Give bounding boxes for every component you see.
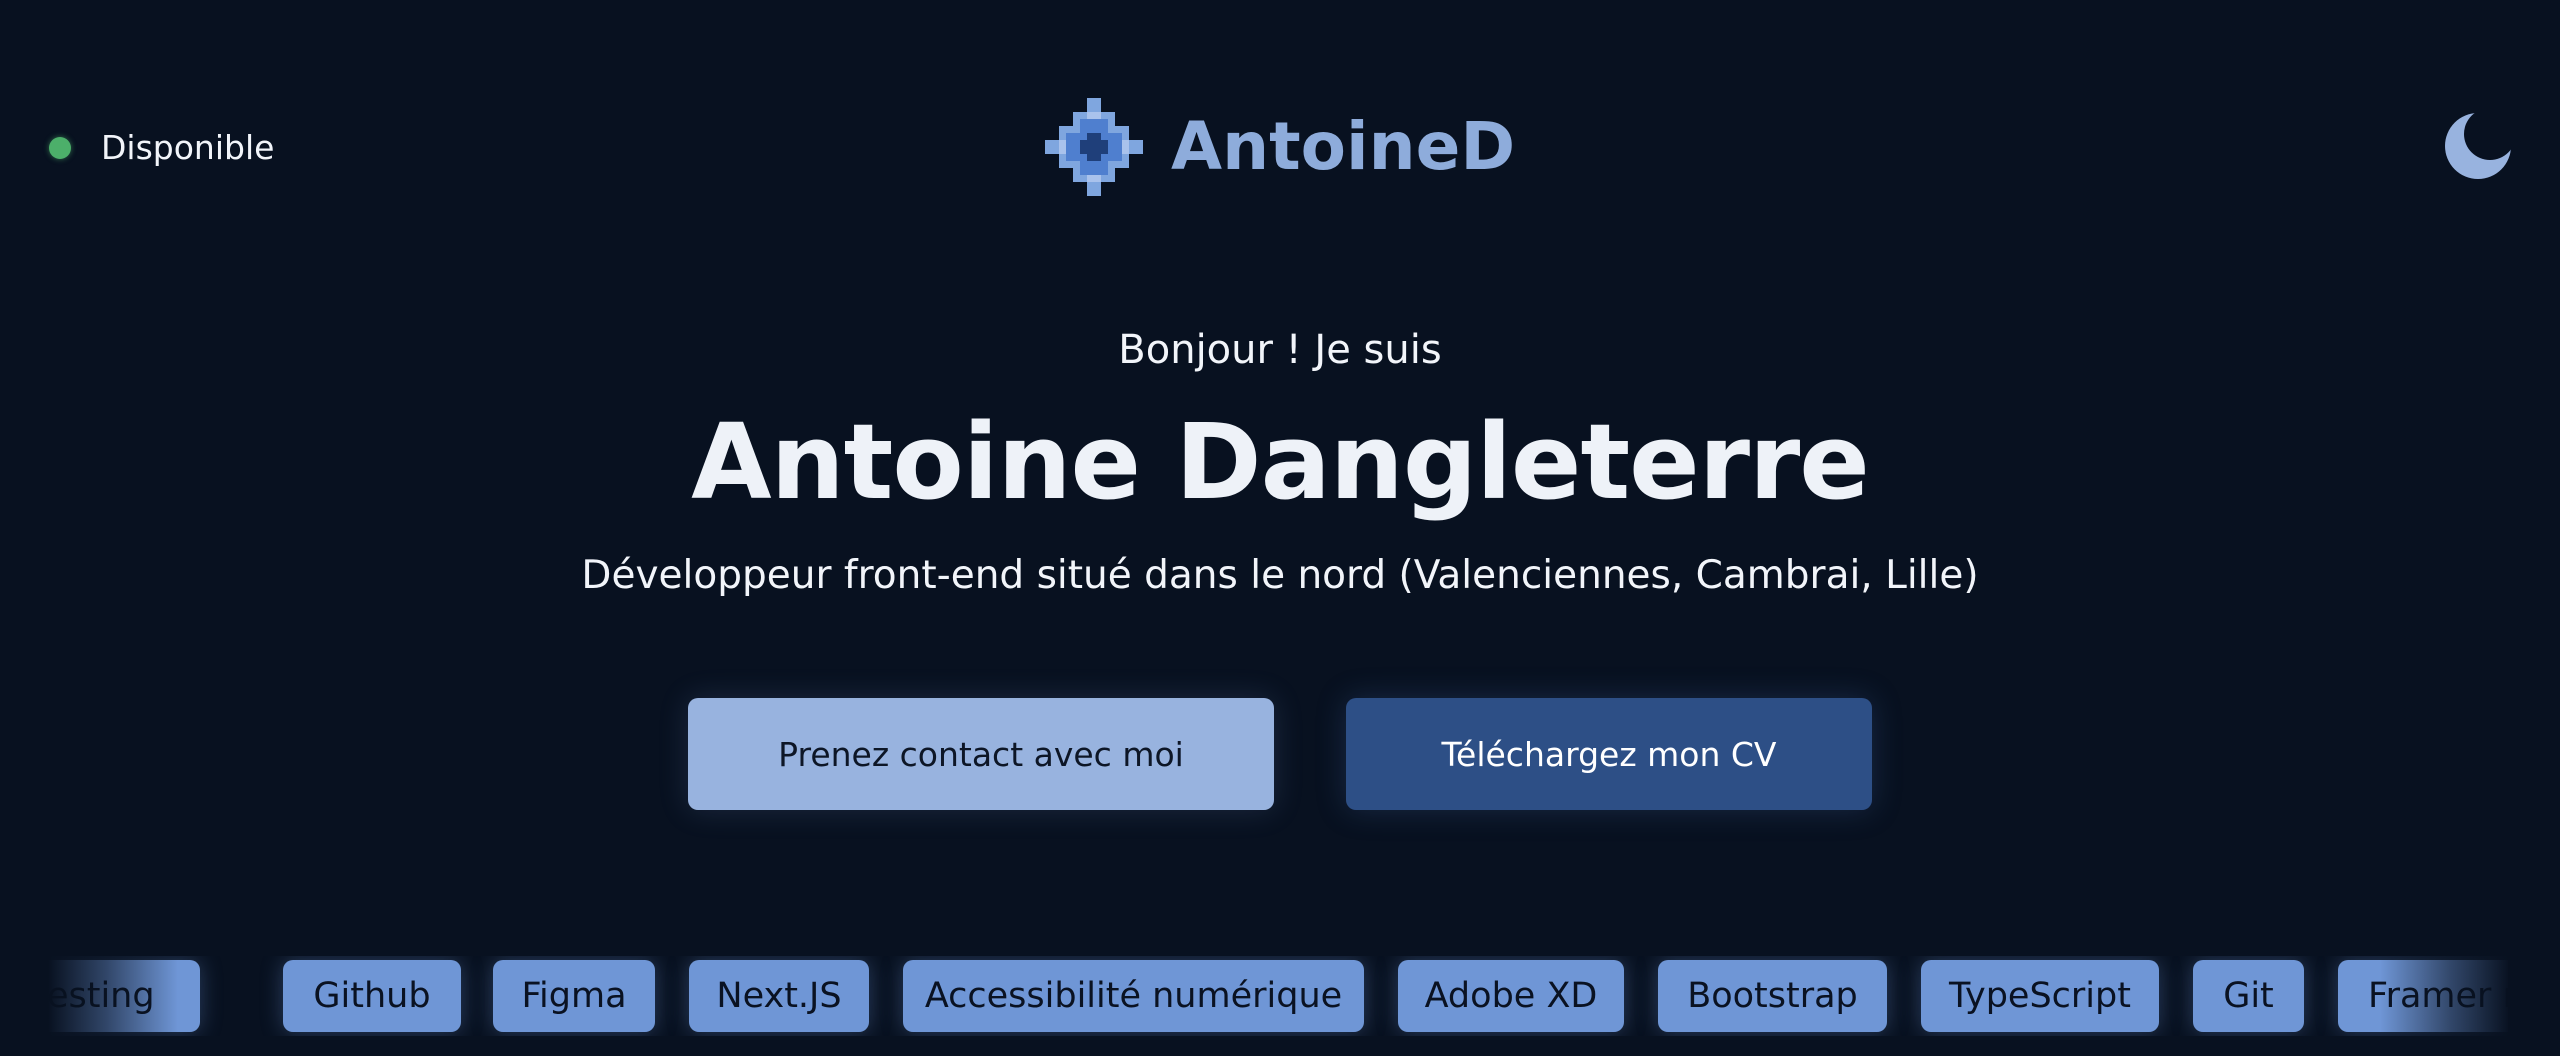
skills-marquee: React testing Github Figma Next.JS Acces… (48, 956, 2508, 1036)
logo-link[interactable]: AntoineD (1045, 98, 1515, 196)
status-dot-icon (49, 137, 71, 159)
skill-chip: Accessibilité numérique (903, 960, 1364, 1032)
theme-toggle-button[interactable] (2440, 108, 2516, 184)
hero-tagline: Développeur front-end situé dans le nord… (581, 553, 1979, 598)
skill-chip: TypeScript (1921, 960, 2159, 1032)
hero-greeting: Bonjour ! Je suis (1118, 327, 1442, 373)
moon-icon (2445, 113, 2511, 179)
skill-chip: Framer motion (2338, 960, 2508, 1032)
skill-chip: Git (2193, 960, 2304, 1032)
download-cv-button[interactable]: Téléchargez mon CV (1346, 698, 1872, 810)
logo-text: AntoineD (1171, 108, 1516, 185)
status-label: Disponible (101, 128, 275, 167)
skill-chip: Bootstrap (1658, 960, 1887, 1032)
availability-status: Disponible (49, 128, 274, 168)
skill-chip: Next.JS (689, 960, 869, 1032)
pixel-diamond-icon (1045, 98, 1143, 196)
skill-chip: React testing (48, 960, 200, 1032)
skills-track: React testing Github Figma Next.JS Acces… (48, 960, 2508, 1032)
skill-chip: Figma (493, 960, 655, 1032)
contact-button[interactable]: Prenez contact avec moi (688, 698, 1274, 810)
skill-chip: Github (283, 960, 461, 1032)
hero-name: Antoine Dangleterre (691, 401, 1870, 523)
skill-chip: Adobe XD (1398, 960, 1624, 1032)
